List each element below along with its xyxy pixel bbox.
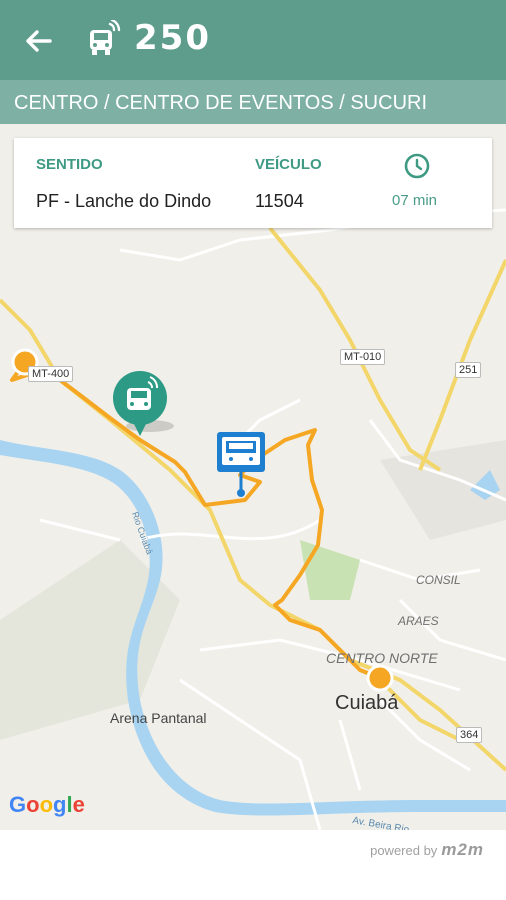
route-name: CENTRO / CENTRO DE EVENTOS / SUCURI: [14, 92, 428, 114]
road-label-251: 251: [455, 362, 482, 378]
powered-by: powered by m2m: [370, 840, 484, 860]
map-label-arena: Arena Pantanal: [110, 710, 207, 726]
bus-live-icon: [90, 20, 121, 55]
map-label-consil: CONSIL: [416, 573, 461, 587]
direction-value: PF - Lanche do Dindo: [36, 191, 212, 211]
road-label-mt010: MT-010: [340, 349, 386, 365]
route-end-marker[interactable]: [366, 664, 394, 692]
m2m-logo: m2m: [441, 840, 484, 859]
road-label-364: 364: [456, 727, 483, 743]
app-header: [0, 0, 506, 80]
google-logo: Google: [9, 792, 85, 817]
direction-label: SENTIDO: [36, 156, 103, 173]
clock-icon: [404, 153, 430, 179]
eta-value: 07 min: [392, 192, 438, 209]
map-label-cuiaba: Cuiabá: [335, 692, 399, 714]
map-view[interactable]: [0, 124, 506, 830]
map-label-centro-norte: CENTRO NORTE: [326, 650, 438, 666]
vehicle-value: 11504: [255, 191, 304, 211]
map-label-araes: ARAES: [398, 614, 439, 628]
trip-info-card: SENTIDO PF - Lanche do Dindo VEÍCULO 115…: [14, 138, 492, 228]
road-label-mt400: MT-400: [28, 366, 74, 382]
arrow-left-icon[interactable]: [22, 24, 56, 58]
route-number: 250: [134, 18, 211, 58]
powered-by-text: powered by: [370, 843, 438, 858]
vehicle-label: VEÍCULO: [255, 156, 322, 173]
